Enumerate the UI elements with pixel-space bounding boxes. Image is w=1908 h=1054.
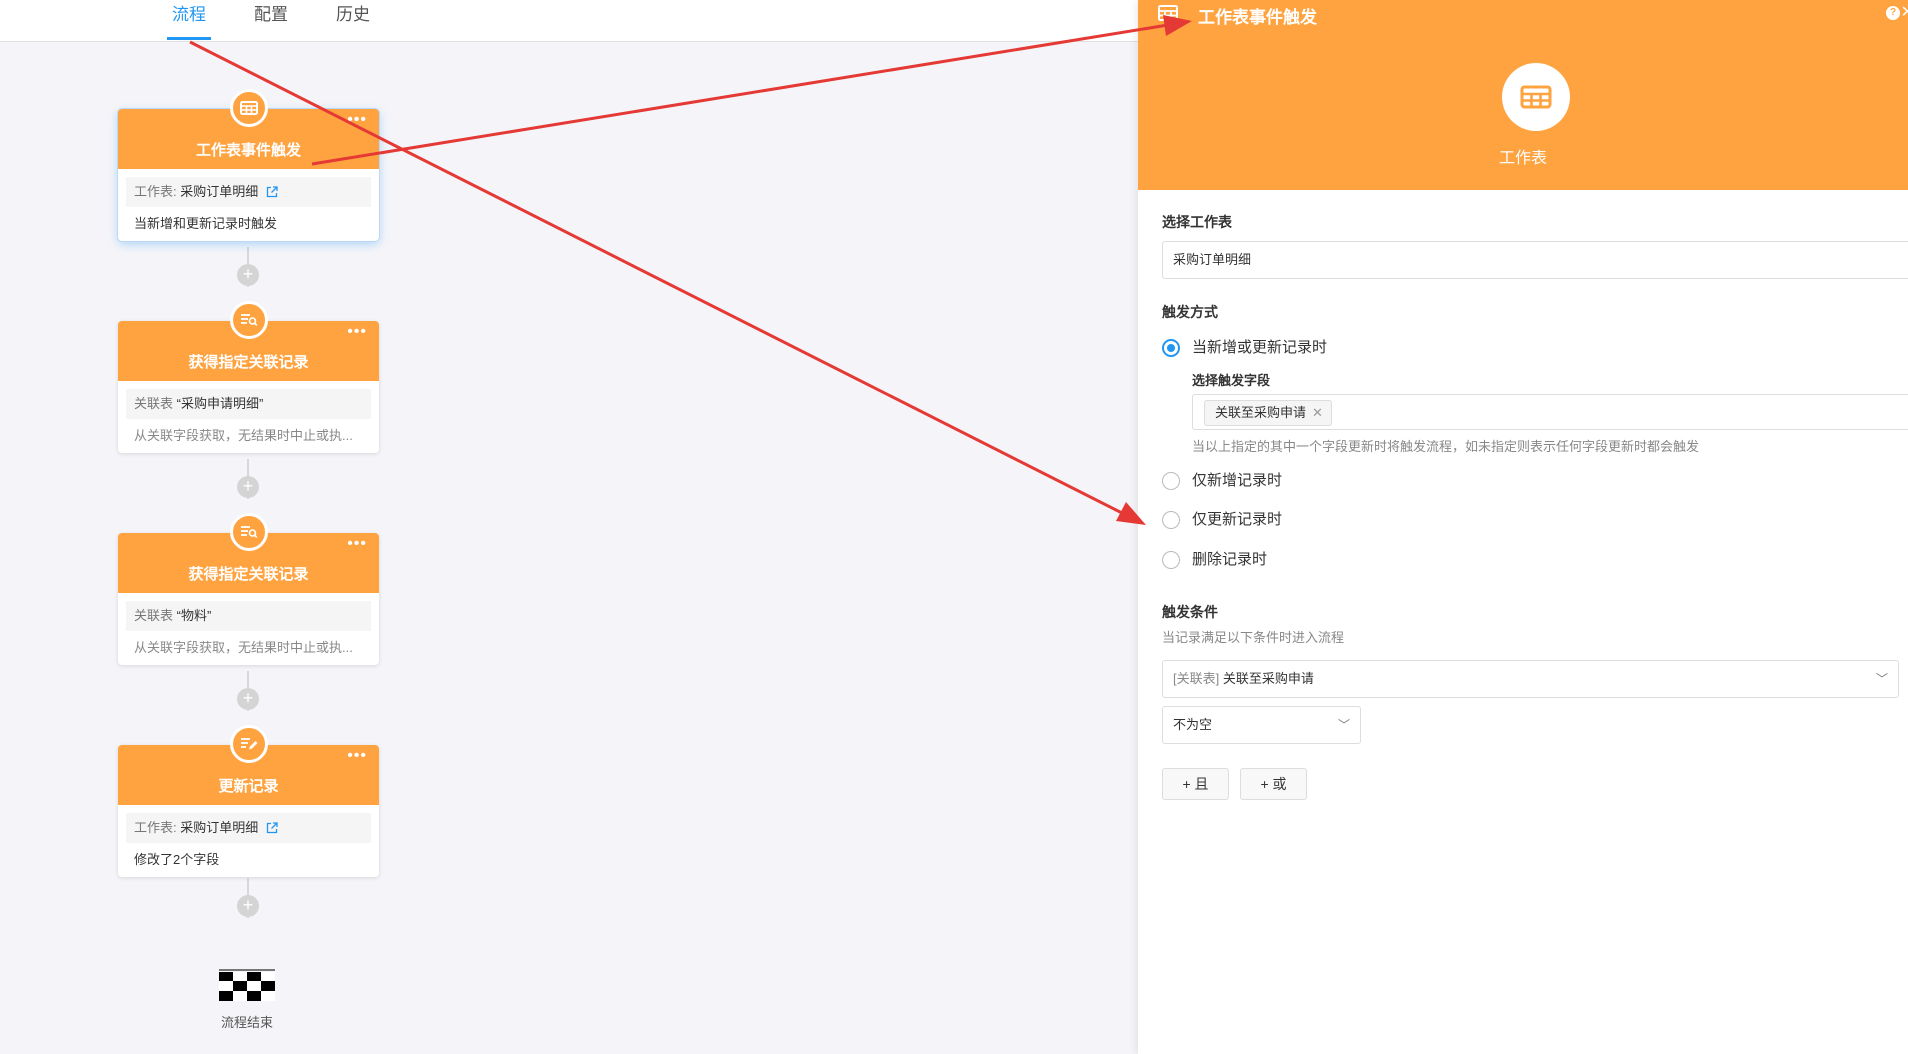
flow-node-get-related-1[interactable]: ••• 获得指定关联记录 关联表 “采购申请明细” 从关联字段获取，无结果时中止… [118, 301, 379, 453]
condition-field-value: 关联至采购申请 [1222, 671, 1314, 686]
tab-history[interactable]: 历史 [336, 0, 370, 42]
more-menu-icon[interactable]: ••• [347, 535, 367, 553]
node-title: 工作表事件触发 [195, 142, 301, 159]
radio-dot [1162, 511, 1180, 529]
table-icon [229, 89, 268, 127]
flow-node-get-related-2[interactable]: ••• 获得指定关联记录 关联表 “物料” 从关联字段获取，无结果时中止或执..… [118, 513, 379, 665]
node-row-value: 采购订单明细 [180, 820, 259, 835]
condition-operator-select[interactable]: 不为空 ﹀ [1162, 706, 1361, 744]
radio-add-or-update[interactable]: 当新增或更新记录时 [1162, 337, 1327, 359]
chevron-down-icon: ﹀ [1337, 718, 1350, 732]
panel-subtitle: 工作表 [1498, 150, 1547, 167]
node-description: 从关联字段获取，无结果时中止或执... [134, 640, 353, 655]
search-record-icon [229, 301, 268, 339]
tab-flow[interactable]: 流程 [167, 0, 211, 42]
node-description: 修改了2个字段 [134, 852, 220, 867]
more-menu-icon[interactable]: ••• [347, 111, 367, 129]
node-header: ••• 获得指定关联记录 [118, 513, 379, 593]
more-menu-icon[interactable]: ••• [347, 323, 367, 341]
close-icon[interactable]: ✕ [1901, 2, 1908, 22]
node-row-label: 关联表 [134, 608, 177, 623]
tab-config[interactable]: 配置 [254, 0, 288, 42]
trigger-field-hint: 当以上指定的其中一个字段更新时将触发流程，如未指定则表示任何字段更新时都会触发 [1192, 439, 1700, 454]
trigger-condition-label: 触发条件 [1162, 604, 1218, 620]
radio-add-only[interactable]: 仅新增记录时 [1162, 470, 1282, 492]
node-table-row: 关联表 “物料” [126, 601, 371, 631]
trigger-mode-label: 触发方式 [1162, 304, 1218, 320]
flow-node-trigger[interactable]: ••• 工作表事件触发 工作表: 采购订单明细 当新增和更新记录时触发 [118, 89, 379, 241]
finish-flag-icon [219, 969, 275, 1001]
add-node-button[interactable]: + [237, 895, 259, 917]
add-or-condition-button[interactable]: + 或 [1240, 768, 1307, 800]
node-row-label: 工作表: [134, 820, 181, 835]
node-sheet-row: 工作表: 采购订单明细 [126, 177, 371, 207]
add-node-button[interactable]: + [237, 476, 259, 498]
help-icon[interactable]: ? [1886, 6, 1900, 20]
node-sheet-row: 工作表: 采购订单明细 [126, 813, 371, 843]
trigger-condition-hint: 当记录满足以下条件时进入流程 [1162, 630, 1345, 645]
radio-label: 仅新增记录时 [1192, 472, 1283, 489]
radio-dot [1162, 472, 1180, 490]
external-link-icon[interactable] [266, 815, 278, 843]
edit-record-icon [229, 725, 268, 763]
selected-field-tag: 关联至采购申请 ✕ [1204, 400, 1332, 426]
condition-field-select[interactable]: [关联表] 关联至采购申请 ﹀ [1162, 660, 1899, 698]
external-link-icon[interactable] [266, 179, 278, 207]
search-record-icon [229, 513, 268, 551]
condition-field-prefix: [关联表] [1173, 671, 1220, 686]
radio-label: 仅更新记录时 [1192, 511, 1283, 528]
trigger-field-select[interactable]: 关联至采购申请 ✕ [1192, 394, 1908, 430]
radio-dot [1162, 551, 1180, 569]
add-node-button[interactable]: + [237, 264, 259, 286]
more-menu-icon[interactable]: ••• [347, 747, 367, 765]
tag-label: 关联至采购申请 [1215, 405, 1307, 420]
radio-label: 删除记录时 [1192, 551, 1268, 568]
flow-end-label: 流程结束 [220, 1015, 273, 1030]
panel-header: 工作表事件触发 ? ✕ 工作表 [1138, 0, 1908, 190]
sheet-select[interactable]: 采购订单明细 [1162, 241, 1908, 279]
remove-tag-icon[interactable]: ✕ [1312, 405, 1323, 420]
node-title: 更新记录 [218, 778, 279, 795]
radio-dot [1162, 339, 1180, 357]
node-title: 获得指定关联记录 [188, 566, 309, 583]
chevron-down-icon: ﹀ [1875, 672, 1888, 686]
node-row-label: 工作表: [134, 184, 181, 199]
node-header: ••• 更新记录 [118, 725, 379, 805]
flow-node-update-record[interactable]: ••• 更新记录 工作表: 采购订单明细 修改了2个字段 [118, 725, 379, 877]
table-icon [1158, 5, 1178, 26]
node-description: 从关联字段获取，无结果时中止或执... [134, 428, 353, 443]
add-node-button[interactable]: + [237, 688, 259, 710]
radio-update-only[interactable]: 仅更新记录时 [1162, 509, 1282, 531]
node-description: 当新增和更新记录时触发 [134, 216, 278, 231]
trigger-config-panel: 工作表事件触发 ? ✕ 工作表 选择工作表 采购订单明细 触发方式 当新增或更新… [1138, 0, 1908, 1054]
node-row-label: 关联表 [134, 396, 177, 411]
node-header: ••• 工作表事件触发 [118, 89, 379, 169]
table-icon [1502, 63, 1570, 131]
flow-canvas: ••• 工作表事件触发 工作表: 采购订单明细 当新增和更新记录时触发 + ••… [0, 42, 1138, 1054]
select-sheet-label: 选择工作表 [1162, 214, 1232, 230]
node-title: 获得指定关联记录 [188, 354, 309, 371]
radio-delete[interactable]: 删除记录时 [1162, 549, 1267, 571]
top-nav: 流程 配置 历史 [0, 0, 1138, 42]
radio-label: 当新增或更新记录时 [1192, 339, 1328, 356]
node-table-row: 关联表 “采购申请明细” [126, 389, 371, 419]
node-row-value: “采购申请明细” [176, 396, 264, 411]
trigger-field-label: 选择触发字段 [1192, 373, 1271, 388]
condition-operator-value: 不为空 [1173, 717, 1213, 732]
node-row-value: 采购订单明细 [180, 184, 259, 199]
node-row-value: “物料” [176, 608, 212, 623]
panel-title: 工作表事件触发 [1198, 8, 1317, 27]
node-header: ••• 获得指定关联记录 [118, 301, 379, 381]
add-and-condition-button[interactable]: + 且 [1162, 768, 1229, 800]
sheet-select-value: 采购订单明细 [1173, 252, 1252, 267]
